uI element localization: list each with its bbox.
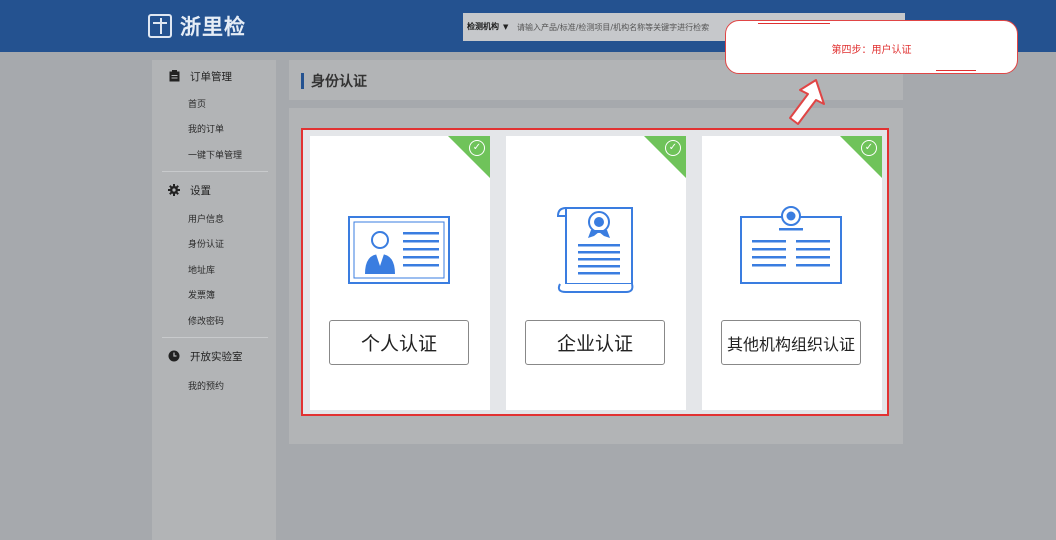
sidebar-item-user-info[interactable]: 用户信息 [188, 212, 224, 225]
card-organization-auth: ✓ 其他机构组织认证 [702, 136, 882, 410]
search-category-select[interactable]: 检测机构 ▼ [467, 13, 508, 41]
sidebar-section-orders[interactable]: 订单管理 [168, 68, 232, 84]
pointer-arrow-icon [786, 78, 826, 126]
sidebar: 订单管理 首页 我的订单 一键下单管理 设置 用户信息 身份认证 地址库 发票簿… [152, 60, 276, 540]
callout-underline [758, 23, 830, 24]
sidebar-item-home[interactable]: 首页 [188, 97, 206, 110]
callout-text: 第四步：用户认证 [831, 45, 912, 56]
sidebar-item-my-orders[interactable]: 我的订单 [188, 122, 224, 135]
step-callout: 第四步：用户认证 [725, 20, 1018, 74]
sidebar-section-open-lab[interactable]: 开放实验室 [168, 348, 243, 364]
page-title: 身份认证 [311, 74, 367, 90]
sidebar-item-invoice-book[interactable]: 发票簿 [188, 288, 215, 301]
scale-logo-icon [148, 14, 172, 38]
logo[interactable]: 浙里检 [148, 12, 246, 40]
sidebar-item-identity-auth[interactable]: 身份认证 [188, 237, 224, 250]
clock-icon [168, 350, 180, 362]
sidebar-item-address-book[interactable]: 地址库 [188, 263, 215, 276]
caret-down-icon: ▼ [503, 23, 509, 31]
person-id-card-icon [310, 200, 490, 300]
organization-certificate-icon [702, 200, 882, 300]
sidebar-section-title: 开放实验室 [190, 350, 243, 363]
status-ribbon [448, 136, 490, 178]
check-icon: ✓ [861, 140, 877, 156]
sidebar-item-my-reservations[interactable]: 我的预约 [188, 379, 224, 392]
certificate-scroll-icon [506, 200, 686, 300]
check-icon: ✓ [469, 140, 485, 156]
divider [162, 171, 268, 172]
callout-underline [936, 70, 976, 71]
organization-auth-button[interactable]: 其他机构组织认证 [721, 320, 861, 365]
card-personal-auth: ✓ 个人认证 [310, 136, 490, 410]
enterprise-auth-button[interactable]: 企业认证 [525, 320, 665, 365]
gear-icon [168, 184, 180, 196]
sidebar-section-settings[interactable]: 设置 [168, 182, 211, 198]
personal-auth-button[interactable]: 个人认证 [329, 320, 469, 365]
search-category-label: 检测机构 [467, 22, 499, 31]
sidebar-item-change-password[interactable]: 修改密码 [188, 314, 224, 327]
sidebar-section-title: 设置 [190, 184, 211, 197]
card-enterprise-auth: ✓ 企业认证 [506, 136, 686, 410]
check-icon: ✓ [665, 140, 681, 156]
sidebar-item-one-click-order[interactable]: 一键下单管理 [188, 148, 242, 161]
status-ribbon [644, 136, 686, 178]
status-ribbon [840, 136, 882, 178]
logo-text: 浙里检 [180, 15, 246, 39]
divider [162, 337, 268, 338]
sidebar-section-title: 订单管理 [190, 70, 232, 83]
title-accent-bar [301, 73, 304, 89]
clipboard-icon [168, 70, 180, 82]
